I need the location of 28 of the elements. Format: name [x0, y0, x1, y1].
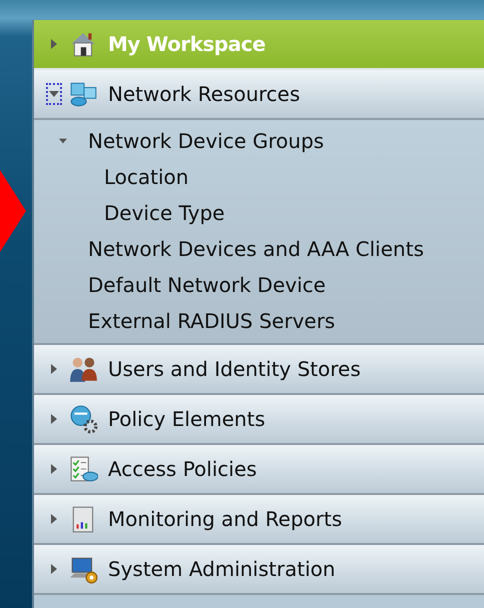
- expand-icon[interactable]: [49, 414, 59, 424]
- drawer-header[interactable]: System Administration: [34, 545, 484, 595]
- expand-icon[interactable]: [49, 564, 59, 574]
- collapse-icon[interactable]: [58, 137, 68, 145]
- expand-icon[interactable]: [49, 514, 59, 524]
- checklist-icon: [68, 454, 98, 484]
- drawer-title: Users and Identity Stores: [108, 357, 361, 381]
- drawer-title: Network Resources: [108, 82, 300, 106]
- tree-item[interactable]: Network Devices and AAA Clients: [88, 237, 424, 261]
- tree-item[interactable]: Location: [104, 165, 189, 189]
- drawer-header[interactable]: Users and Identity Stores: [34, 345, 484, 395]
- drawer-header[interactable]: Policy Elements: [34, 395, 484, 445]
- drawer-header[interactable]: Network Resources: [34, 70, 484, 120]
- tree-item[interactable]: Device Type: [104, 201, 225, 225]
- drawer-title: Policy Elements: [108, 407, 266, 431]
- drawer-title: System Administration: [108, 557, 336, 581]
- collapse-icon[interactable]: [49, 89, 59, 99]
- drawer-header[interactable]: Access Policies: [34, 445, 484, 495]
- drawer-title: Access Policies: [108, 457, 257, 481]
- expand-icon[interactable]: [49, 464, 59, 474]
- expand-icon[interactable]: [49, 39, 59, 49]
- drawer-header[interactable]: Monitoring and Reports: [34, 495, 484, 545]
- drawer-title: Monitoring and Reports: [108, 507, 342, 531]
- drawer-title: My Workspace: [108, 32, 266, 56]
- expand-icon[interactable]: [49, 364, 59, 374]
- tree-item[interactable]: Network Device Groups: [88, 129, 324, 153]
- tree-item[interactable]: Default Network Device: [88, 273, 326, 297]
- tree-item[interactable]: External RADIUS Servers: [88, 309, 336, 333]
